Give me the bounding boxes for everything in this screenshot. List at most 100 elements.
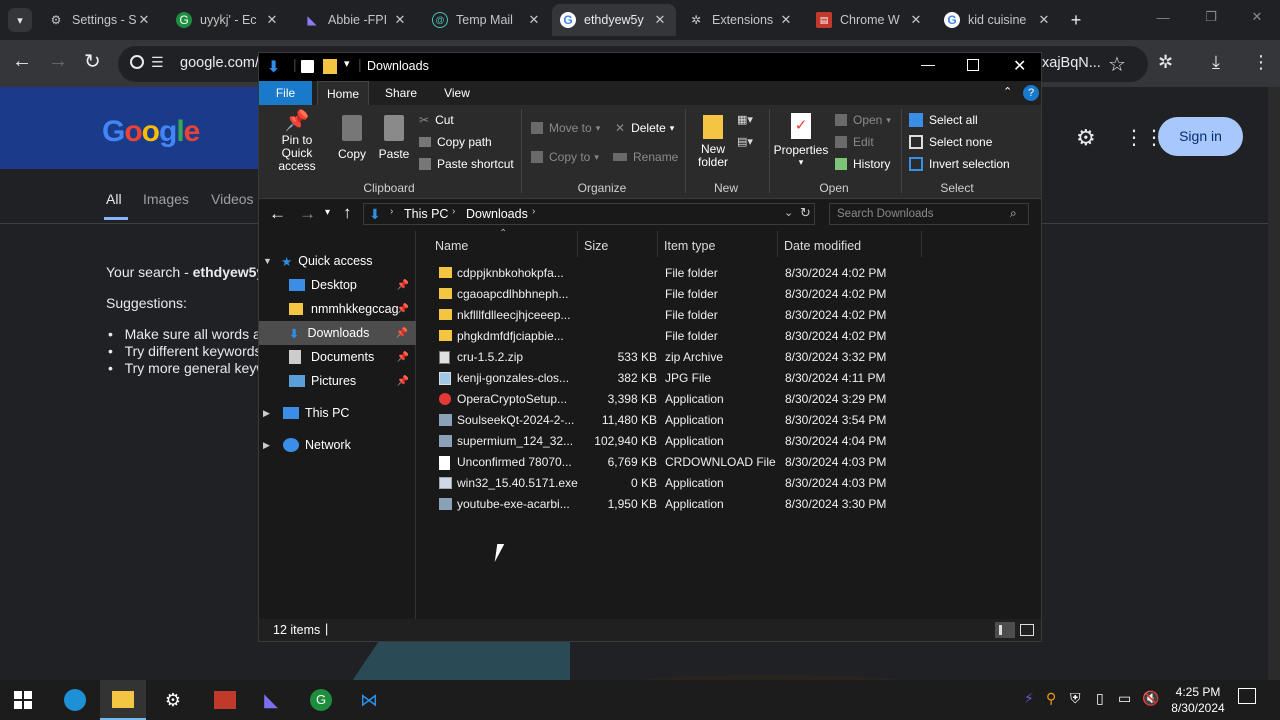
close-button[interactable]: ✕ xyxy=(1013,56,1026,76)
paste-button[interactable]: Paste xyxy=(377,115,411,161)
refresh-icon[interactable]: ↻ xyxy=(800,205,811,221)
cut-button[interactable]: ✂ Cut xyxy=(419,113,454,127)
tab-ethdyew5y[interactable]: Gethdyew5y ✕ xyxy=(552,4,676,36)
open-button[interactable]: Open ▾ xyxy=(835,113,891,127)
nav-item-documents[interactable]: Documents 📌 xyxy=(289,345,413,369)
tab-temp-mail[interactable]: @ Temp Mail ✕ xyxy=(424,4,550,36)
nav-item-network[interactable]: ▶ Network xyxy=(263,433,351,457)
column-header-size[interactable]: Size xyxy=(584,239,608,253)
breadcrumb-downloads[interactable]: Downloads xyxy=(466,207,528,221)
close-icon[interactable]: ✕ xyxy=(778,12,794,28)
close-icon[interactable]: ✕ xyxy=(526,12,542,28)
history-button[interactable]: History xyxy=(835,157,890,171)
tab-chrome-web-store[interactable]: ▤ Chrome W ✕ xyxy=(808,4,932,36)
minimize-button[interactable]: — xyxy=(1148,10,1178,25)
folder-quick-icon[interactable] xyxy=(323,59,337,74)
collapse-ribbon-icon[interactable]: ⌃ xyxy=(1003,85,1012,98)
tab-extensions[interactable]: ✲ Extensions ✕ xyxy=(680,4,802,36)
move-to-button[interactable]: Move to ▾ xyxy=(531,121,600,135)
back-button[interactable]: ← xyxy=(12,50,32,73)
taskbar-green-app[interactable]: G xyxy=(298,680,344,720)
close-icon[interactable]: ✕ xyxy=(652,12,668,28)
new-item-button[interactable]: ▦▾ xyxy=(737,113,753,126)
column-header-name[interactable]: Name xyxy=(435,239,468,253)
file-row[interactable]: kenji-gonzales-clos... 382 KB JPG File 8/30… xyxy=(433,368,893,389)
file-row[interactable]: Unconfirmed 78070... 6,769 KB CRDOWNLOAD F… xyxy=(433,452,893,473)
volume-muted-icon[interactable]: 🔇 xyxy=(1142,690,1159,707)
customize-qat-icon[interactable]: ▾ xyxy=(344,57,350,70)
file-row[interactable]: nkflllfdlleecjhjceeep... File folder 8/30/… xyxy=(433,305,893,326)
close-icon[interactable]: ✕ xyxy=(392,12,408,28)
invert-selection-button[interactable]: Invert selection xyxy=(909,157,1010,171)
site-info-icon[interactable] xyxy=(130,55,144,69)
back-button[interactable]: ← xyxy=(269,204,286,224)
close-icon[interactable]: ✕ xyxy=(136,12,152,28)
bookmark-star-icon[interactable]: ☆ xyxy=(1108,52,1126,77)
select-all-button[interactable]: Select all xyxy=(909,113,978,127)
column-header-type[interactable]: Item type xyxy=(664,239,715,253)
nav-item-nmmhkkegccag[interactable]: nmmhkkegccag 📌 xyxy=(289,297,413,321)
help-icon[interactable]: ? xyxy=(1023,85,1039,101)
tab-home[interactable]: Home xyxy=(317,81,369,105)
battery-icon[interactable]: ▯ xyxy=(1096,690,1104,707)
file-row[interactable]: win32_15.40.5171.exe 0 KB Application 8/30/… xyxy=(433,473,893,494)
tab-settings[interactable]: ⚙Settings - Se✕ xyxy=(40,4,160,36)
column-header-date[interactable]: Date modified xyxy=(784,239,861,253)
properties-quick-icon[interactable] xyxy=(301,60,314,73)
paste-shortcut-button[interactable]: Paste shortcut xyxy=(419,157,514,171)
pin-to-quick-access-button[interactable]: 📌 Pin to Quick access xyxy=(265,111,329,173)
file-row[interactable]: SoulseekQt-2024-2-... 11,480 KB Applicatio… xyxy=(433,410,893,431)
file-row[interactable]: cdppjknbkohokpfa... File folder 8/30/2024 … xyxy=(433,263,893,284)
minimize-button[interactable]: — xyxy=(921,56,935,72)
delete-button[interactable]: ✕ Delete ▾ xyxy=(615,121,674,135)
file-row[interactable]: phgkdmfdfjciapbie... File folder 8/30/2024… xyxy=(433,326,893,347)
download-icon[interactable]: ⤓ xyxy=(1212,52,1220,73)
tune-icon[interactable]: ☰ xyxy=(151,54,164,71)
tab-abbie[interactable]: ◣ Abbie -FPI ✕ xyxy=(296,4,416,36)
search-downloads-field[interactable]: Search Downloads ⌕ xyxy=(829,203,1029,225)
taskbar-edge[interactable] xyxy=(52,680,98,720)
nav-item-downloads[interactable]: ⬇ Downloads 📌 xyxy=(259,321,416,345)
network-tray-icon[interactable]: ▭ xyxy=(1118,690,1131,707)
notifications-icon[interactable] xyxy=(1238,688,1256,704)
copy-path-button[interactable]: Copy path xyxy=(419,135,492,149)
taskbar-proton[interactable]: ◣ xyxy=(248,680,294,720)
menu-icon[interactable]: ⋮ xyxy=(1252,52,1270,73)
maximize-button[interactable] xyxy=(967,59,979,71)
breadcrumb-this-pc[interactable]: This PC xyxy=(404,207,448,221)
clock[interactable]: 4:25 PM 8/30/2024 xyxy=(1166,684,1230,716)
sign-in-button[interactable]: Sign in xyxy=(1158,117,1243,156)
file-row[interactable]: supermium_124_32... 102,940 KB Application… xyxy=(433,431,893,452)
reload-button[interactable]: ↻ xyxy=(84,49,101,74)
rename-button[interactable]: Rename xyxy=(613,150,678,164)
tab-videos[interactable]: Videos xyxy=(211,191,254,207)
new-tab-button[interactable]: + xyxy=(1064,8,1088,32)
forward-button[interactable]: → xyxy=(299,204,316,224)
file-row[interactable]: OperaCryptoSetup... 3,398 KB Application 8/… xyxy=(433,389,893,410)
tab-search-icon[interactable]: ▾ xyxy=(8,8,32,32)
edit-button[interactable]: Edit xyxy=(835,135,874,149)
tab-all[interactable]: All xyxy=(106,191,122,207)
close-icon[interactable]: ✕ xyxy=(264,12,280,28)
nav-item-desktop[interactable]: Desktop 📌 xyxy=(289,273,413,297)
restore-button[interactable]: ❐ xyxy=(1196,9,1226,25)
details-view-button[interactable] xyxy=(995,622,1015,638)
taskbar-settings[interactable]: ⚙ xyxy=(150,680,196,720)
settings-gear-icon[interactable]: ⚙ xyxy=(1076,125,1096,151)
tray-search-icon[interactable]: ⚲ xyxy=(1046,690,1056,707)
close-window-button[interactable]: ✕ xyxy=(1242,9,1272,25)
close-icon[interactable]: ✕ xyxy=(908,12,924,28)
quick-access-item[interactable]: ▼ ★ Quick access xyxy=(263,249,373,273)
tray-security-icon[interactable]: ⛨ xyxy=(1070,690,1081,707)
tab-kid-cuisine[interactable]: Gkid cuisine ✕ xyxy=(936,4,1060,36)
file-row[interactable]: cru-1.5.2.zip 533 KB zip Archive 8/30/2024 … xyxy=(433,347,893,368)
nav-item-pictures[interactable]: Pictures 📌 xyxy=(289,369,413,393)
forward-button[interactable]: → xyxy=(48,50,68,73)
copy-to-button[interactable]: Copy to ▾ xyxy=(531,150,599,164)
google-doodle-logo[interactable]: Google xyxy=(102,115,200,149)
nav-item-this-pc[interactable]: ▶ This PC xyxy=(263,401,349,425)
page-scrollbar[interactable] xyxy=(1268,87,1280,680)
file-row[interactable]: cgaoapcdlhbhneph... File folder 8/30/2024 … xyxy=(433,284,893,305)
tab-uyykj[interactable]: Guyykj' - Ec ✕ xyxy=(168,4,288,36)
tab-file[interactable]: File xyxy=(259,81,312,105)
